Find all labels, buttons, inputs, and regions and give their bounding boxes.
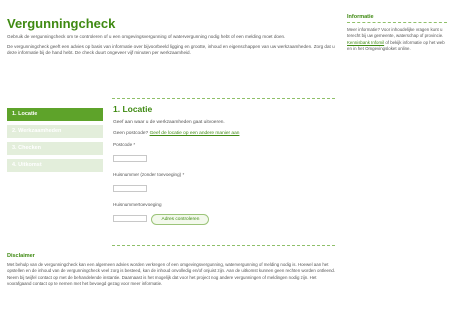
intro-paragraph-2: De vergunningcheck geeft een advies op b… — [7, 43, 335, 56]
info-sidebar: Informatie Meer informatie? Voor inhoude… — [347, 14, 447, 53]
house-number-label: Huisnummer (zonder toevoeging) * — [113, 172, 185, 177]
step-checken[interactable]: 3. Checken — [7, 142, 103, 155]
step-navigation: 1. Locatie 2. Werkzaamheden 3. Checken 4… — [7, 108, 103, 176]
sidebar-divider — [347, 22, 447, 23]
location-form: 1. Locatie Geef aan waar u de werkzaamhe… — [113, 104, 338, 232]
house-number-addition-input[interactable] — [113, 215, 147, 222]
postcode-input[interactable] — [113, 155, 147, 162]
house-number-addition-label: Huisnummertoevoeging — [113, 202, 162, 207]
postcode-hint: Geen postcode? Geef de locatie op een an… — [113, 131, 338, 136]
section-title: 1. Locatie — [113, 104, 153, 114]
check-address-button[interactable]: Adres controleren — [151, 214, 210, 225]
postcode-label: Postcode * — [113, 142, 136, 147]
section-divider-bottom — [112, 245, 335, 246]
house-number-input[interactable] — [113, 185, 147, 192]
step-locatie[interactable]: 1. Locatie — [7, 108, 103, 121]
alternative-location-link[interactable]: Geef de locatie op een andere manier aan — [150, 131, 240, 136]
kennisbank-link[interactable]: Kennisbank Infomil — [347, 40, 384, 45]
page-title: Vergunningcheck — [7, 16, 116, 31]
form-lead: Geef aan waar u de werkzaamheden gaat ui… — [113, 120, 225, 125]
step-werkzaamheden[interactable]: 2. Werkzaamheden — [7, 125, 103, 138]
sidebar-text-before: Meer informatie? Voor inhoudelijke vrage… — [347, 27, 444, 39]
disclaimer-title: Disclaimer — [7, 253, 35, 259]
disclaimer-text: Met behulp van de vergunningcheck kan ee… — [7, 262, 336, 287]
hint-prefix: Geen postcode? — [113, 131, 149, 136]
sidebar-text: Meer informatie? Voor inhoudelijke vrage… — [347, 27, 447, 53]
sidebar-title: Informatie — [347, 14, 374, 20]
step-uitkomst[interactable]: 4. Uitkomst — [7, 159, 103, 172]
section-divider — [112, 98, 335, 99]
intro-paragraph-1: Gebruik de vergunningcheck om te control… — [7, 34, 286, 39]
intro: Gebruik de vergunningcheck om te control… — [7, 34, 337, 60]
